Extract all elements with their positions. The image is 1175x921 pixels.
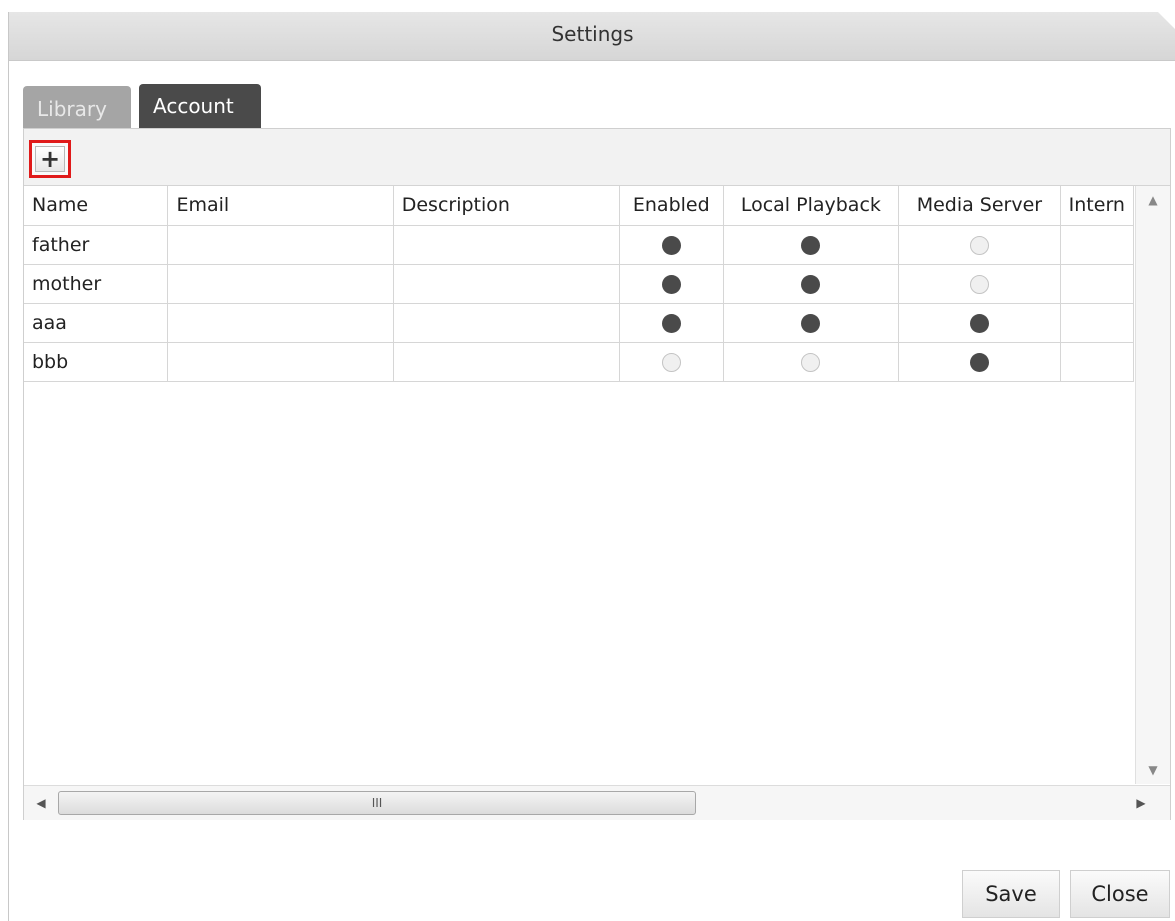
enabled-radio[interactable] (661, 274, 681, 294)
enabled-radio[interactable] (661, 235, 681, 255)
media-server-radio[interactable] (969, 235, 989, 255)
local-playback-radio-cell (723, 225, 900, 265)
cell-email[interactable] (167, 342, 394, 382)
title-corner (1158, 12, 1175, 30)
cell-internet-cell (1060, 342, 1134, 382)
scroll-left-icon[interactable]: ◀ (26, 786, 56, 820)
cell-internet-cell (1060, 303, 1134, 343)
column-header-enabled[interactable]: Enabled (619, 186, 724, 226)
cell-description[interactable] (393, 225, 620, 265)
media-server-radio-cell (898, 303, 1061, 343)
cell-name[interactable]: father (24, 225, 169, 265)
cell-name[interactable]: bbb (24, 342, 169, 382)
table-row[interactable]: aaa (24, 303, 1134, 343)
table-row[interactable]: father (24, 225, 1134, 265)
column-header-name[interactable]: Name (24, 186, 169, 226)
media-server-radio-cell (898, 342, 1061, 382)
enabled-radio-cell (619, 225, 724, 265)
cell-email[interactable] (167, 303, 394, 343)
enabled-radio-cell (619, 264, 724, 304)
enabled-radio-cell (619, 303, 724, 343)
scroll-thumb[interactable]: III (58, 791, 696, 815)
scroll-down-icon[interactable]: ▼ (1136, 758, 1170, 782)
cell-internet-cell (1060, 264, 1134, 304)
media-server-radio[interactable] (969, 352, 989, 372)
save-button[interactable]: Save (962, 870, 1060, 918)
vertical-scrollbar[interactable]: ▲ ▼ (1135, 186, 1170, 784)
local-playback-radio-cell (723, 264, 900, 304)
table-row[interactable]: mother (24, 264, 1134, 304)
horizontal-scrollbar[interactable]: ◀ III ▶ (24, 785, 1170, 820)
media-server-radio[interactable] (969, 313, 989, 333)
cell-internet-cell (1060, 225, 1134, 265)
cell-name[interactable]: aaa (24, 303, 169, 343)
tab-library[interactable]: Library (23, 86, 131, 130)
column-header-email[interactable]: Email (167, 186, 394, 226)
close-button[interactable]: Close (1070, 870, 1170, 918)
accounts-table: Name Email Description Enabled Local Pla… (24, 186, 1134, 382)
media-server-radio-cell (898, 264, 1061, 304)
enabled-radio[interactable] (661, 352, 681, 372)
cell-email[interactable] (167, 264, 394, 304)
column-header-media-server[interactable]: Media Server (898, 186, 1061, 226)
local-playback-radio-cell (723, 342, 900, 382)
column-header-local-playback[interactable]: Local Playback (723, 186, 900, 226)
local-playback-radio[interactable] (801, 235, 821, 255)
plus-icon: + (35, 146, 65, 172)
cell-name[interactable]: mother (24, 264, 169, 304)
column-header-description[interactable]: Description (393, 186, 620, 226)
scroll-up-icon[interactable]: ▲ (1136, 188, 1170, 212)
toolbar: + (24, 129, 1170, 186)
cell-description[interactable] (393, 264, 620, 304)
cell-email[interactable] (167, 225, 394, 265)
local-playback-radio[interactable] (801, 274, 821, 294)
title-bar[interactable]: Settings (9, 12, 1175, 61)
cell-description[interactable] (393, 303, 620, 343)
add-account-button[interactable]: + (29, 140, 71, 178)
cell-description[interactable] (393, 342, 620, 382)
media-server-radio[interactable] (969, 274, 989, 294)
settings-dialog: Settings Library Account + Name Email De… (8, 12, 1175, 921)
column-header-internet[interactable]: Intern (1060, 186, 1134, 226)
tab-account[interactable]: Account (139, 84, 261, 128)
accounts-grid: Name Email Description Enabled Local Pla… (24, 186, 1134, 784)
account-panel: + Name Email Description Enabled Local P… (23, 128, 1171, 820)
header-row: Name Email Description Enabled Local Pla… (24, 186, 1134, 226)
local-playback-radio[interactable] (801, 352, 821, 372)
table-row[interactable]: bbb (24, 342, 1134, 382)
local-playback-radio-cell (723, 303, 900, 343)
dialog-title: Settings (551, 22, 634, 46)
local-playback-radio[interactable] (801, 313, 821, 333)
media-server-radio-cell (898, 225, 1061, 265)
scroll-right-icon[interactable]: ▶ (1126, 786, 1156, 820)
enabled-radio[interactable] (661, 313, 681, 333)
enabled-radio-cell (619, 342, 724, 382)
